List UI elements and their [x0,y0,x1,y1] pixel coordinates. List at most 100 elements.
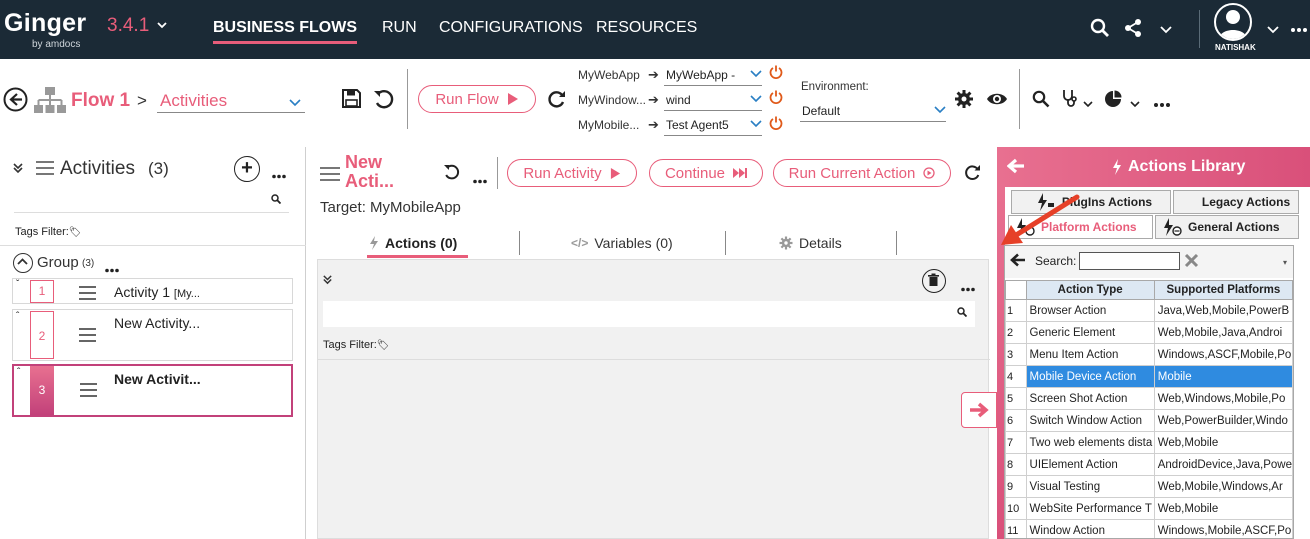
stethoscope-icon[interactable] [1061,89,1079,114]
save-icon[interactable] [341,88,362,114]
activity-item-selected[interactable]: ˆ 3 New Activit... [12,364,293,417]
supported-platforms-cell[interactable]: Windows,ASCF,Mobile,Po [1153,343,1293,366]
collapse-double-chevron-icon[interactable] [12,161,24,179]
table-row[interactable]: 8 UIElement Action AndroidDevice,Java,Powe [1005,453,1293,476]
table-row[interactable]: 5 Screen Shot Action Web,Windows,Mobile,Po [1005,387,1293,410]
app-logo[interactable]: Ginger [4,9,86,38]
search-icon[interactable] [1032,90,1050,113]
undo-icon[interactable] [373,88,395,115]
run-current-action-button[interactable]: Run Current Action [773,159,951,187]
collapse-chevron-icon[interactable]: ˆ [16,311,19,322]
supported-platforms-cell[interactable]: Web,Windows,Mobile,Po [1153,387,1293,410]
column-header-action-type[interactable]: Action Type [1025,280,1155,300]
tab-general-actions[interactable]: General Actions [1155,215,1299,239]
action-type-cell[interactable]: Two web elements dista [1025,431,1155,454]
add-activity-button[interactable]: + [234,156,260,182]
table-row[interactable]: 3 Menu Item Action Windows,ASCF,Mobile,Po [1005,343,1293,366]
add-action-arrow-button[interactable] [961,392,997,428]
more-options-icon[interactable] [1154,95,1170,113]
table-row[interactable]: 11 Window Action Windows,Mobile,ASCF,Po [1005,519,1293,538]
nav-business-flows[interactable]: BUSINESS FLOWS [213,19,357,37]
grid-search-input[interactable] [1079,252,1180,270]
tags-filter-label[interactable]: Tags Filter:🏷 [323,339,390,351]
supported-platforms-cell[interactable]: Web,PowerBuilder,Windo [1153,409,1293,432]
supported-platforms-cell[interactable]: AndroidDevice,Java,Powe [1153,453,1293,476]
share-icon[interactable] [1124,18,1142,43]
view-eye-icon[interactable] [986,91,1008,112]
action-type-cell[interactable]: WebSite Performance T [1025,497,1155,520]
back-arrow-icon[interactable] [3,87,28,117]
tab-details[interactable]: Details [779,235,842,251]
action-type-cell[interactable]: Screen Shot Action [1025,387,1155,410]
nav-resources[interactable]: RESOURCES [596,19,697,37]
supported-platforms-cell[interactable]: Windows,Mobile,ASCF,Po [1153,519,1293,538]
nav-configurations[interactable]: CONFIGURATIONS [439,19,583,37]
supported-platforms-cell[interactable]: Java,Web,Mobile,PowerB [1153,299,1293,322]
chevron-down-icon[interactable] [1083,95,1093,113]
back-arrow-icon[interactable] [1006,158,1025,179]
supported-platforms-cell[interactable]: Web,Mobile [1153,497,1293,520]
more-options-icon[interactable] [105,260,119,278]
back-arrow-icon[interactable] [1010,253,1026,272]
delete-button[interactable] [922,269,946,293]
activity-item[interactable]: ˆ 2 New Activity... [12,309,293,361]
more-options-icon[interactable] [473,171,487,189]
tab-variables[interactable]: </> Variables (0) [571,235,673,251]
tab-actions[interactable]: Actions (0) [369,235,457,251]
continue-button[interactable]: Continue [649,159,763,187]
nav-run[interactable]: RUN [382,19,417,37]
version-chevron-down-icon[interactable] [156,18,168,34]
supported-platforms-cell[interactable]: Web,Mobile [1153,431,1293,454]
environment-select[interactable]: Default [800,102,946,122]
activities-search-input[interactable] [14,191,289,213]
tags-filter-label[interactable]: Tags Filter:🏷 [15,226,82,238]
undo-icon[interactable] [443,163,460,185]
expand-chevron-icon[interactable]: ˇ [16,279,19,290]
supported-platforms-cell[interactable]: Mobile [1153,365,1293,388]
refresh-icon[interactable] [964,164,981,186]
column-header-supported-platforms[interactable]: Supported Platforms [1153,280,1293,300]
power-icon[interactable] [769,90,783,107]
agent-select-3[interactable]: Test Agent5 [664,116,762,136]
run-activity-button[interactable]: Run Activity [507,159,637,187]
search-icon[interactable] [1090,18,1110,43]
action-type-cell[interactable]: Generic Element [1025,321,1155,344]
collapse-double-chevron-icon[interactable] [322,272,333,290]
action-type-cell[interactable]: Switch Window Action [1025,409,1155,432]
agent-select-2[interactable]: wind [664,91,762,111]
drag-handle-icon[interactable] [79,286,96,304]
user-avatar-icon[interactable] [1214,3,1252,41]
more-options-icon[interactable] [272,166,286,184]
table-row[interactable]: 10 WebSite Performance T Web,Mobile [1005,497,1293,520]
table-row[interactable]: 7 Two web elements dista Web,Mobile [1005,431,1293,454]
activity-title[interactable]: New Acti... [345,153,394,191]
grid-scrollbar[interactable] [1297,245,1310,539]
action-type-cell[interactable]: Visual Testing [1025,475,1155,498]
drag-handle-icon[interactable] [80,383,97,401]
user-chevron-down-icon[interactable] [1267,22,1279,40]
action-type-cell[interactable]: Browser Action [1025,299,1155,322]
grid-menu-chevron-icon[interactable]: ▾ [1283,258,1287,267]
power-icon[interactable] [769,116,783,133]
action-type-cell[interactable]: Mobile Device Action [1025,365,1155,388]
action-type-cell[interactable]: Window Action [1025,519,1155,538]
menu-chevron-down-icon[interactable] [1160,22,1172,40]
agent-select-1[interactable]: MyWebApp - [664,66,762,86]
view-select[interactable]: Activities [157,89,305,113]
group-collapse-button[interactable] [13,253,33,273]
run-flow-button[interactable]: Run Flow [418,85,536,113]
collapse-chevron-icon[interactable]: ˆ [17,367,20,378]
action-type-cell[interactable]: UIElement Action [1025,453,1155,476]
settings-gear-icon[interactable] [954,89,974,114]
supported-platforms-cell[interactable]: Web,Mobile,Windows,Ar [1153,475,1293,498]
flow-name[interactable]: Flow 1 [71,90,130,112]
power-icon[interactable] [769,65,783,82]
chevron-down-icon[interactable] [1130,95,1140,113]
drag-handle-icon[interactable] [79,328,96,346]
activity-item[interactable]: ˇ 1 Activity 1 [My... [12,278,293,304]
table-row[interactable]: 2 Generic Element Web,Mobile,Java,Androi [1005,321,1293,344]
table-row[interactable]: 6 Switch Window Action Web,PowerBuilder,Wi… [1005,409,1293,432]
pie-chart-icon[interactable] [1104,90,1122,113]
clear-search-icon[interactable] [1184,253,1199,273]
tab-legacy-actions[interactable]: Legacy Actions [1173,190,1299,214]
